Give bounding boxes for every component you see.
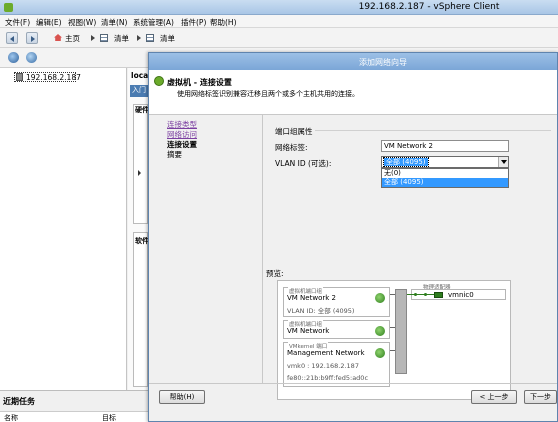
software-panel xyxy=(133,232,148,387)
preview-label: 预览: xyxy=(266,269,284,278)
vlan-caption: VLAN ID (可选): xyxy=(275,159,332,168)
vswitch-bar xyxy=(395,289,407,374)
navigation-bar: 主页 清单 清单 xyxy=(0,28,558,48)
server-icon xyxy=(16,73,23,81)
dialog-footer: 帮助(H) < 上一步 下一步 xyxy=(149,383,557,421)
recent-tasks-header: 名称 目标 xyxy=(0,411,150,422)
software-label: 软件 xyxy=(135,237,149,245)
recent-tasks-title: 近期任务 xyxy=(3,397,35,406)
vlan-option-none[interactable]: 无(0) xyxy=(382,169,508,178)
breadcrumb-inventory-2[interactable]: 清单 xyxy=(160,33,175,44)
nic-name: vmnic0 xyxy=(448,291,474,299)
nic-icon xyxy=(434,292,443,298)
menu-inventory[interactable]: 清单(N) xyxy=(101,17,127,28)
step-summary: 摘要 xyxy=(167,150,182,159)
window-titlebar: 192.168.2.187 - vSphere Client xyxy=(0,0,558,15)
inventory-panel: 192.168.2.187 xyxy=(0,68,127,390)
port-group-icon xyxy=(375,326,385,336)
forward-icon[interactable] xyxy=(26,32,38,44)
port-group-icon xyxy=(375,348,385,358)
network-label-caption: 网络标签: xyxy=(275,143,308,152)
port-group-card: 虚拟机端口组 VM Network xyxy=(283,320,390,339)
inventory-icon xyxy=(100,34,108,42)
menu-view[interactable]: 视图(W) xyxy=(68,17,96,28)
next-button[interactable]: 下一步 xyxy=(524,390,557,404)
inventory-icon xyxy=(146,34,154,42)
vlan-option-all[interactable]: 全部 (4095) xyxy=(382,178,508,187)
window-title: 192.168.2.187 - vSphere Client xyxy=(358,2,500,12)
menu-administration[interactable]: 系统管理(A) xyxy=(133,17,174,28)
home-icon[interactable] xyxy=(54,34,62,41)
recent-tasks-panel: 近期任务 名称 目标 xyxy=(0,390,150,422)
dialog-titlebar: 添加网络向导 xyxy=(149,53,557,70)
column-target[interactable]: 目标 xyxy=(102,413,116,422)
port-group-legend: 端口组属性 xyxy=(275,127,313,136)
breadcrumb-home[interactable]: 主页 xyxy=(65,33,80,44)
host-label[interactable]: 192.168.2.187 xyxy=(26,73,81,82)
network-label-input[interactable] xyxy=(381,140,509,152)
vmware-icon xyxy=(154,76,164,86)
column-name[interactable]: 名称 xyxy=(4,413,18,422)
hardware-panel xyxy=(133,104,148,224)
dialog-description: 使用网络标签识别兼容迁移且两个或多个主机共用的连接。 xyxy=(177,90,359,98)
menu-edit[interactable]: 编辑(E) xyxy=(36,17,62,28)
menu-plugins[interactable]: 插件(P) xyxy=(181,17,206,28)
back-icon[interactable] xyxy=(6,32,18,44)
link-dot-icon xyxy=(414,293,417,296)
help-button[interactable]: 帮助(H) xyxy=(159,390,205,404)
network-preview: 虚拟机端口组 VM Network 2 VLAN ID: 全部 (4095) 虚… xyxy=(277,280,511,400)
port-group-name: VM Network 2 xyxy=(287,294,336,302)
vmkernel-ip: vmk0 : 192.168.2.187 xyxy=(287,362,359,370)
link-dot-icon xyxy=(424,293,427,296)
refresh-icon[interactable] xyxy=(26,52,37,63)
dialog-heading: 虚拟机 - 连接设置 xyxy=(167,78,232,87)
tab-getting-started[interactable]: 入门 xyxy=(130,85,148,97)
add-network-wizard: 添加网络向导 虚拟机 - 连接设置 使用网络标签识别兼容迁移且两个或多个主机共用… xyxy=(148,52,558,422)
port-group-card: VMkernel 端口 Management Network vmk0 : 19… xyxy=(283,342,390,387)
port-group-icon xyxy=(375,293,385,303)
vmkernel-ipv6: fe80::21b:b9ff:fed5:ad0c xyxy=(287,374,369,382)
breadcrumb-inventory[interactable]: 清单 xyxy=(114,33,129,44)
back-button[interactable]: < 上一步 xyxy=(471,390,517,404)
expand-arrow-icon[interactable] xyxy=(138,170,141,176)
uplink-line xyxy=(407,294,434,295)
menu-file[interactable]: 文件(F) xyxy=(5,17,30,28)
hardware-label: 硬件 xyxy=(135,106,149,114)
port-group-vlan: VLAN ID: 全部 (4095) xyxy=(287,307,355,315)
vlan-options-list: 无(0) 全部 (4095) xyxy=(381,168,509,188)
port-group-card: 虚拟机端口组 VM Network 2 VLAN ID: 全部 (4095) xyxy=(283,287,390,317)
port-group-name: Management Network xyxy=(287,349,365,357)
vlan-id-dropdown[interactable]: 全部 (4095) xyxy=(381,156,509,168)
add-host-icon[interactable] xyxy=(8,52,19,63)
legend-divider xyxy=(315,130,551,131)
chevron-down-icon[interactable] xyxy=(498,157,508,167)
breadcrumb-arrow-icon xyxy=(91,35,95,41)
vlan-selected-value: 全部 (4095) xyxy=(383,157,429,167)
port-group-name: VM Network xyxy=(287,327,330,335)
dialog-title: 添加网络向导 xyxy=(359,58,407,67)
menu-help[interactable]: 帮助(H) xyxy=(210,17,237,28)
breadcrumb-arrow-icon xyxy=(137,35,141,41)
dialog-header: 虚拟机 - 连接设置 使用网络标签识别兼容迁移且两个或多个主机共用的连接。 xyxy=(149,70,557,115)
menu-bar: 文件(F) 编辑(E) 视图(W) 清单(N) 系统管理(A) 插件(P) 帮助… xyxy=(0,15,558,28)
